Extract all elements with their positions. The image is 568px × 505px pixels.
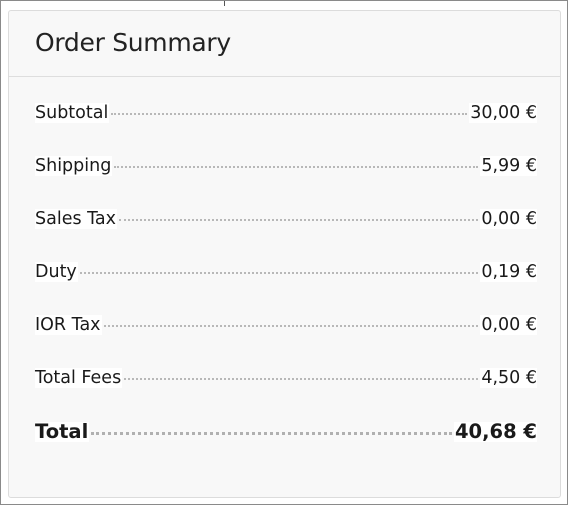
total-value: 40,68 €	[453, 420, 537, 443]
summary-row-total: Total 40,68 €	[35, 422, 537, 475]
dotted-leader	[103, 325, 479, 327]
dotted-leader	[114, 166, 479, 168]
duty-label: Duty	[35, 262, 78, 282]
window-frame: Order Summary Subtotal 30,00 € Shipping …	[0, 0, 568, 505]
total-fees-label: Total Fees	[35, 368, 123, 388]
dotted-leader	[111, 113, 468, 115]
subtotal-value: 30,00 €	[469, 103, 537, 123]
total-fees-value: 4,50 €	[480, 368, 537, 388]
dotted-leader	[79, 272, 479, 274]
summary-row-shipping: Shipping 5,99 €	[35, 156, 537, 209]
summary-row-sales-tax: Sales Tax 0,00 €	[35, 209, 537, 262]
page-title: Order Summary	[35, 28, 231, 57]
sales-tax-value: 0,00 €	[480, 209, 537, 229]
duty-value: 0,19 €	[480, 262, 537, 282]
ior-tax-label: IOR Tax	[35, 315, 102, 335]
summary-row-duty: Duty 0,19 €	[35, 262, 537, 315]
top-edge-mark	[224, 1, 225, 6]
summary-row-total-fees: Total Fees 4,50 €	[35, 368, 537, 421]
dotted-leader	[124, 378, 479, 380]
shipping-value: 5,99 €	[480, 156, 537, 176]
card-header: Order Summary	[9, 11, 560, 77]
order-summary-card: Order Summary Subtotal 30,00 € Shipping …	[8, 10, 561, 498]
shipping-label: Shipping	[35, 156, 113, 176]
subtotal-label: Subtotal	[35, 103, 110, 123]
dotted-leader	[91, 432, 452, 435]
sales-tax-label: Sales Tax	[35, 209, 118, 229]
summary-row-ior-tax: IOR Tax 0,00 €	[35, 315, 537, 368]
dotted-leader	[119, 219, 479, 221]
summary-list: Subtotal 30,00 € Shipping 5,99 € Sales T…	[35, 103, 537, 475]
total-label: Total	[35, 420, 90, 443]
ior-tax-value: 0,00 €	[480, 315, 537, 335]
summary-row-subtotal: Subtotal 30,00 €	[35, 103, 537, 156]
